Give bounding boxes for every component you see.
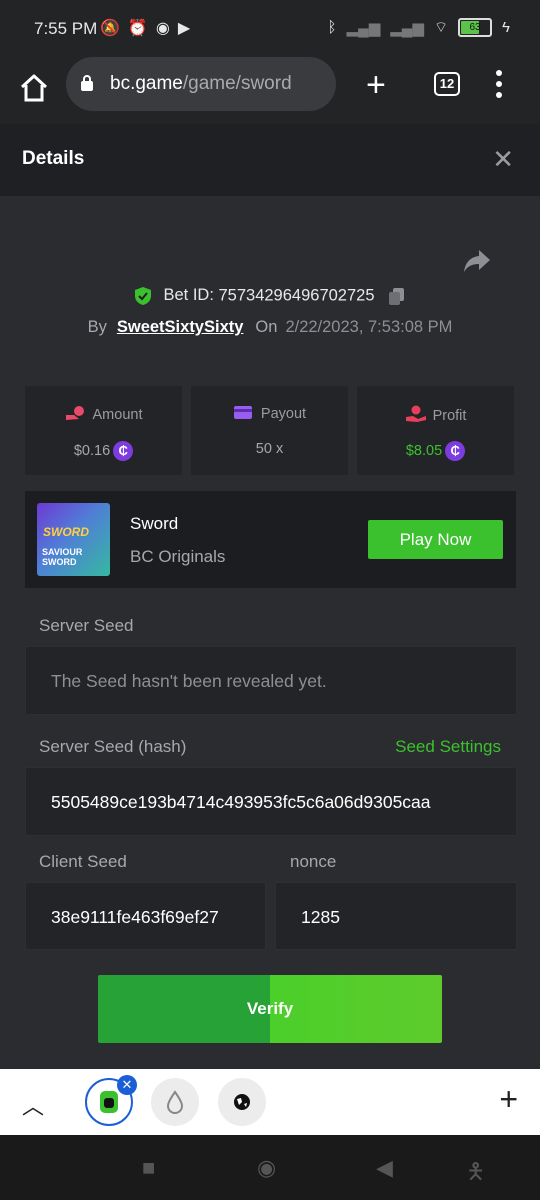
overflow-menu-icon[interactable]	[496, 70, 504, 103]
add-tab-icon[interactable]: +	[499, 1083, 518, 1115]
status-icons-right: ᛒ ▂▄▆ ▂▄▆ ⌔ 63 ϟ	[328, 18, 510, 37]
client-seed-label: Client Seed	[39, 852, 127, 871]
close-icon[interactable]: ✕	[492, 144, 514, 175]
home-nav-icon[interactable]: ◉	[257, 1155, 276, 1181]
browser-toolbar: bc.game/game/sword + 12	[0, 57, 540, 124]
by-label: By	[87, 318, 107, 336]
home-icon[interactable]	[18, 72, 50, 104]
client-seed-field[interactable]: 38e9111fe463f69ef27	[25, 882, 266, 950]
game-name: Sword	[130, 514, 179, 533]
charging-icon: ϟ	[502, 19, 510, 36]
bet-date: 2/22/2023, 7:53:08 PM	[285, 318, 453, 336]
wifi-icon: ⌔	[433, 19, 449, 36]
game-thumbnail[interactable]: SWORD SAVIOUR SWORD	[37, 503, 110, 576]
tab-drop[interactable]	[151, 1078, 199, 1126]
tab-count-button[interactable]: 12	[434, 72, 460, 96]
bet-id-row: Bet ID: 75734296496702725	[0, 286, 540, 306]
modal-title: Details	[22, 148, 85, 169]
modal-header: Details ✕	[0, 124, 540, 196]
drop-icon	[166, 1090, 184, 1114]
shield-icon	[134, 287, 151, 305]
battery-icon: 63	[458, 18, 493, 37]
coins-hand-icon	[65, 406, 84, 420]
profit-value: $8.05 ₵	[357, 441, 514, 461]
coin-icon: ₵	[113, 441, 134, 461]
lock-icon	[81, 75, 93, 91]
back-icon[interactable]: ◀	[376, 1155, 393, 1181]
profit-card: Profit $8.05 ₵	[357, 386, 514, 475]
status-icons-left: 🔕 ⏰ ◉ ▶	[100, 18, 190, 38]
payout-card: Payout 50 x	[191, 386, 348, 475]
nonce-value: 1285	[301, 907, 340, 927]
address-bar[interactable]: bc.game/game/sword	[66, 57, 336, 111]
server-seed-field[interactable]: The Seed hasn't been revealed yet.	[25, 646, 517, 715]
seed-settings-link[interactable]: Seed Settings	[395, 737, 501, 757]
payout-value: 50 x	[255, 441, 284, 457]
globe-icon	[234, 1094, 250, 1110]
server-seed-hash-label: Server Seed (hash)	[39, 737, 187, 756]
game-provider: BC Originals	[130, 547, 226, 566]
bet-id-value: 75734296496702725	[218, 286, 375, 305]
status-bar: 7:55 PM 🔕 ⏰ ◉ ▶ ᛒ ▂▄▆ ▂▄▆ ⌔ 63 ϟ	[0, 0, 540, 60]
tab-strip: ︿ +	[0, 1069, 540, 1135]
bluetooth-icon: ᛒ	[327, 19, 337, 36]
messenger-icon: ◉	[155, 20, 170, 37]
recents-icon[interactable]: ■	[142, 1155, 155, 1181]
nonce-field[interactable]: 1285	[275, 882, 517, 950]
tab-globe[interactable]	[218, 1078, 266, 1126]
server-seed-hash-field[interactable]: 5505489ce193b4714c493953fc5c6a06d9305caa	[25, 767, 517, 836]
amount-value: $0.16 ₵	[25, 441, 182, 461]
amount-card: Amount $0.16 ₵	[25, 386, 182, 475]
nonce-label: nonce	[290, 852, 337, 871]
bet-meta: By SweetSixtySixty On 2/22/2023, 7:53:08 PM	[0, 318, 540, 337]
server-seed-hash-value: 5505489ce193b4714c493953fc5c6a06d9305caa	[51, 792, 431, 812]
mute-icon: 🔕	[100, 20, 120, 37]
verify-button[interactable]: Verify	[98, 975, 442, 1043]
coin-icon: ₵	[445, 441, 466, 461]
close-tab-badge[interactable]: ✕	[117, 1075, 137, 1095]
signal2-icon: ▂▄▆	[390, 19, 424, 37]
on-label: On	[255, 318, 278, 336]
new-tab-icon[interactable]: +	[366, 68, 386, 102]
bet-id-label: Bet ID:	[163, 286, 214, 305]
signal-icon: ▂▄▆	[346, 19, 381, 37]
server-seed-value: The Seed hasn't been revealed yet.	[51, 671, 327, 691]
youtube-icon: ▶	[177, 20, 191, 37]
system-nav-bar: ■ ◉ ◀ 🯅	[0, 1135, 540, 1200]
amount-label: Amount	[25, 405, 182, 423]
status-time: 7:55 PM	[34, 19, 98, 38]
play-now-button[interactable]: Play Now	[368, 520, 503, 559]
client-seed-value: 38e9111fe463f69ef27	[51, 907, 219, 927]
game-card: SWORD SAVIOUR SWORD Sword BC Originals P…	[25, 491, 516, 588]
url-text: bc.game/game/sword	[110, 73, 292, 94]
card-icon	[233, 406, 252, 419]
profit-hand-icon	[405, 405, 426, 422]
profit-label: Profit	[357, 405, 514, 424]
payout-label: Payout	[191, 405, 348, 422]
accessibility-icon[interactable]: 🯅	[466, 1155, 485, 1193]
server-seed-label: Server Seed	[39, 616, 134, 635]
username-link[interactable]: SweetSixtySixty	[117, 318, 244, 336]
copy-icon[interactable]	[387, 286, 407, 306]
alarm-icon: ⏰	[127, 20, 148, 37]
share-icon[interactable]	[462, 248, 492, 274]
chevron-up-icon[interactable]: ︿	[22, 1089, 44, 1121]
